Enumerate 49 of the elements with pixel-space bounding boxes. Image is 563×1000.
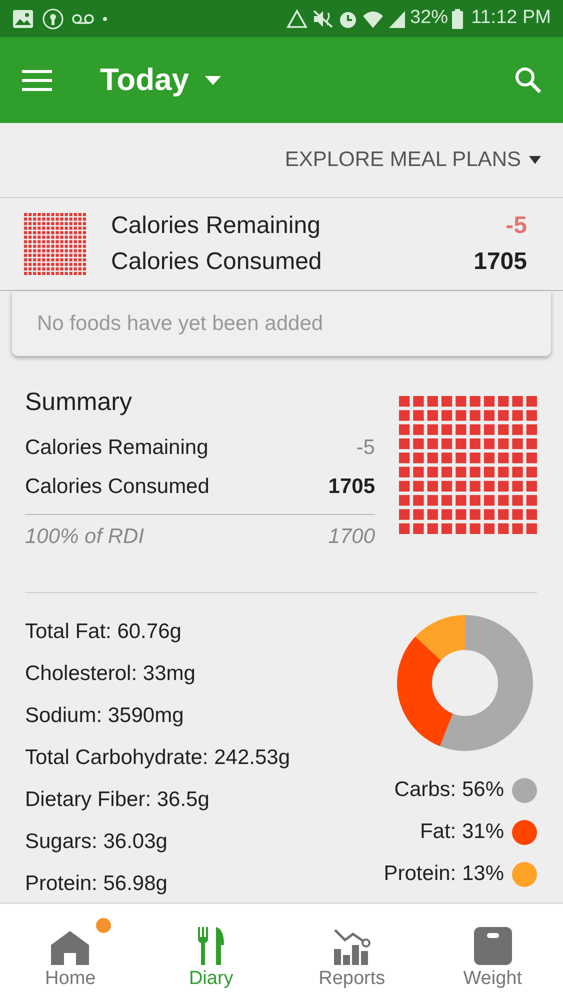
nutrient-text: Protein: 56.98g [25,871,168,897]
home-icon [51,931,90,966]
caret-icon [529,156,541,164]
calorie-value: 1705 [474,247,527,277]
nutrient-text: Total Carbohydrate: 242.53g [25,745,290,771]
legend-label: Protein: 13% [384,861,504,887]
keyhole-icon [42,8,64,30]
summary-value: 1705 [328,474,375,500]
search-icon [515,67,541,93]
nutrient-text: Total Fat: 60.76g [25,619,182,645]
mute-icon [312,8,334,28]
calorie-label: Calories Consumed [111,247,322,277]
rdi-value: 1700 [328,524,375,550]
nutrient-text: Sugars: 36.03g [25,829,168,855]
summary-title: Summary [25,387,132,418]
wifi-icon [362,8,384,28]
nutrient-text: Dietary Fiber: 36.5g [25,787,210,813]
summary-label: Calories Consumed [25,474,210,500]
menu-button[interactable] [22,68,52,92]
caret-icon [205,76,221,84]
rdi-label: 100% of RDI [25,524,144,550]
meal-plans-dropdown[interactable]: EXPLORE MEAL PLANS [284,144,541,176]
nutrient-text: Sodium: 3590mg [25,703,185,729]
scale-icon [474,927,512,966]
voicemail-icon [72,12,94,24]
calorie-label: Calories Remaining [111,211,320,241]
calorie-grid-drawing [24,213,86,275]
nav-tab[interactable]: Home [0,904,141,1000]
nutrient-text: Cholesterol: 33mg [25,661,196,687]
date-dropdown[interactable]: Today [100,56,221,104]
summary-label: Calories Remaining [25,434,208,460]
calorie-value: -5 [506,211,527,241]
signal-icon [388,8,406,28]
menu-icon [22,68,52,91]
summary-value: -5 [356,434,375,460]
fork-knife-icon [198,927,224,966]
nav-tab[interactable]: Weight [422,904,563,1000]
battery-icon [452,8,464,28]
legend-label: Carbs: 56% [394,777,504,803]
empty-message: No foods have yet been added [37,310,324,337]
battery-percent: 32% [410,6,448,30]
dot-icon [102,16,108,22]
legend-label: Fat: 31% [420,819,504,845]
clock: 11:12 PM [471,6,551,30]
search-button[interactable] [515,67,541,93]
nav-tab[interactable]: Diary [140,904,282,1000]
chart-icon [332,927,371,966]
nav-tab[interactable]: Reports [282,904,422,1000]
image-icon [12,8,34,28]
